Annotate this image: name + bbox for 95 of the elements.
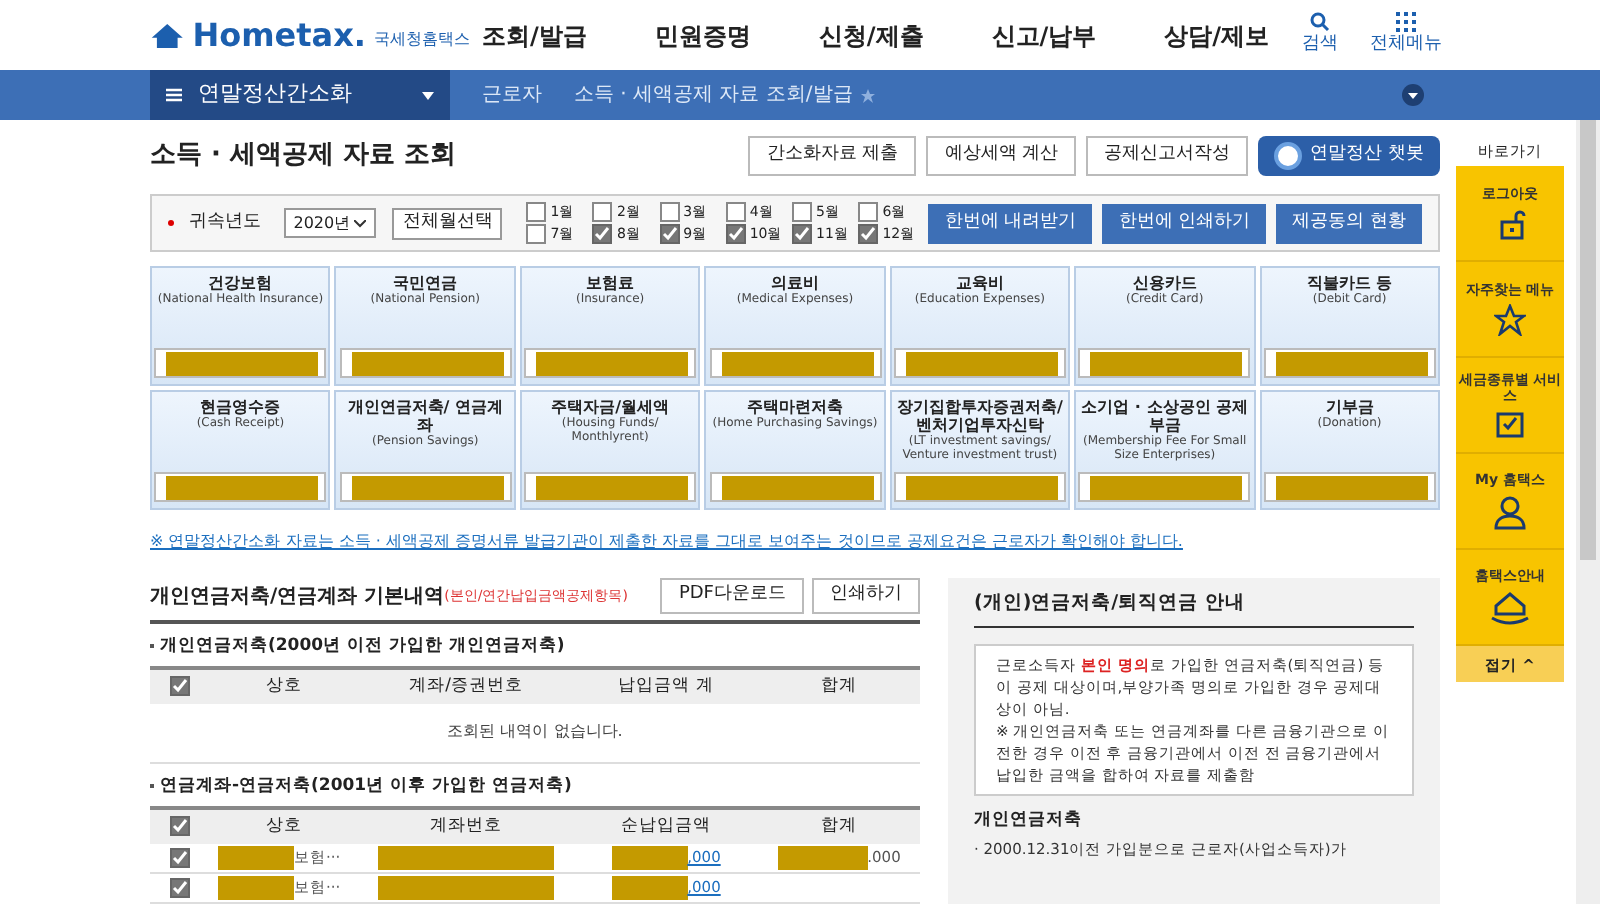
redaction-bar: [777, 845, 868, 869]
main-menu-item[interactable]: 조회/발급: [482, 17, 587, 53]
checkbox[interactable]: [526, 202, 547, 222]
action-button[interactable]: 제공동의 현황: [1276, 203, 1422, 243]
section-dropdown[interactable]: 연말정산간소화: [150, 70, 450, 120]
toolbar-button[interactable]: 예상세액 계산: [926, 136, 1077, 176]
search-icon[interactable]: [1310, 11, 1330, 32]
card-title: 개인연금저축/ 연금계좌: [345, 398, 505, 434]
main-menu-item[interactable]: 신고/납부: [991, 17, 1097, 53]
checkmark-icon: [727, 226, 744, 242]
checkbox[interactable]: [792, 224, 812, 244]
checkbox[interactable]: [858, 202, 879, 222]
card-title: 주택자금/월세액: [551, 398, 670, 416]
checkmark-icon: [860, 226, 877, 242]
redaction-bar: [218, 845, 294, 869]
caret-icon: [354, 219, 367, 227]
card-title: 소기업 · 소상공인 공제부금: [1080, 398, 1250, 434]
empty-message: 조회된 내역이 없습니다.: [150, 703, 920, 764]
column-header: 계좌/증권번호: [358, 669, 574, 704]
checkbox[interactable]: [592, 224, 613, 244]
redaction-bar: [611, 875, 688, 899]
main-menu-item[interactable]: 상담/제보: [1164, 17, 1270, 53]
grid-menu-icon[interactable]: [1396, 11, 1416, 32]
column-header: 상호: [210, 809, 358, 843]
logo[interactable]: Hometax.: [192, 19, 366, 51]
column-header: 합계: [758, 669, 920, 704]
info-title: (개인)연금저축/퇴직연금 안내: [974, 590, 1414, 629]
menu-icon: [166, 88, 182, 102]
toolbar-button[interactable]: 인쇄하기: [812, 578, 920, 614]
expand-icon[interactable]: [1402, 84, 1424, 106]
toolbar-button[interactable]: 간소화자료 제출: [748, 136, 917, 176]
card-title: 건강보험: [208, 274, 273, 292]
checkmark-icon: [661, 226, 678, 242]
redaction-bar: [611, 845, 688, 869]
checkbox[interactable]: [725, 224, 746, 244]
card-title: 직불카드 등: [1306, 274, 1393, 292]
card-title: 현금영수증: [200, 398, 281, 416]
checkbox[interactable]: [659, 224, 680, 244]
star-icon[interactable]: [860, 87, 877, 103]
checkbox[interactable]: [170, 847, 190, 867]
checkbox-icon: [1496, 410, 1524, 439]
scrollbar[interactable]: [1576, 120, 1600, 904]
all-menu-label[interactable]: 전체메뉴: [1370, 31, 1442, 59]
checkbox[interactable]: [170, 877, 190, 897]
column-header: 납입금액 계: [574, 669, 758, 704]
breadcrumb-item[interactable]: 근로자: [482, 80, 542, 110]
select-all-months-button[interactable]: 전체월선택: [392, 207, 503, 239]
card-title: 신용카드: [1132, 274, 1197, 292]
checkbox[interactable]: [170, 676, 190, 697]
card-title: 주택마련저축: [746, 398, 843, 416]
page-title: 소득 · 세액공제 자료 조회: [150, 138, 459, 175]
toolbar-button[interactable]: PDF다운로드: [660, 578, 804, 614]
search-label[interactable]: 검색: [1302, 31, 1338, 59]
column-header: 상호: [210, 669, 358, 704]
card-title: 국민연금: [393, 274, 458, 292]
column-header: 합계: [758, 809, 920, 843]
logo-house-icon: [150, 19, 185, 51]
card-title: 교육비: [955, 274, 1004, 292]
checkbox[interactable]: [170, 816, 190, 836]
action-button[interactable]: 한번에 인쇄하기: [1102, 203, 1267, 243]
checkbox[interactable]: [592, 202, 613, 222]
checkmark-icon: [594, 226, 611, 242]
column-header: 계좌번호: [358, 809, 574, 843]
checkbox[interactable]: [858, 224, 879, 244]
year-label: 귀속년도: [189, 209, 264, 236]
caret-icon: [422, 91, 434, 99]
checkmark-icon: [172, 678, 188, 695]
redaction-bar: [218, 875, 294, 899]
card-title: 기부금: [1325, 398, 1374, 416]
table-caption: 연금계좌-연금저축(2001년 이후 가입한 연금저축): [160, 773, 572, 799]
main-menu-item[interactable]: 민원증명: [654, 17, 751, 53]
section-title: 개인연금저축/연금계좌 기본내역: [150, 583, 445, 611]
card-title: 의료비: [770, 274, 819, 292]
chatbot-icon: [1274, 142, 1303, 170]
logo-subtitle: 국세청홈택스: [374, 27, 470, 51]
toolbar-button[interactable]: 공제신고서작성: [1086, 136, 1249, 176]
house-icon: [1490, 590, 1530, 627]
checkbox[interactable]: [725, 202, 746, 222]
notice-link[interactable]: ※ 연말정산간소화 자료는 소득 · 세액공제 증명서류 발급기관이 제출한 자료를 그대로 보여주는 것이므로 공제요건은 근로자가 확인해야 합니다.: [150, 530, 1440, 554]
person-icon: [1492, 494, 1528, 531]
action-button[interactable]: 한번에 내려받기: [928, 203, 1093, 243]
breadcrumb-item[interactable]: 소득 · 세액공제 자료 조회/발급: [574, 80, 853, 110]
year-select[interactable]: 2020년: [283, 208, 377, 238]
checkbox[interactable]: [792, 202, 812, 222]
table-caption: 개인연금저축(2000년 이전 가입한 개인연금저축): [160, 634, 565, 660]
checkmark-icon: [794, 226, 810, 242]
column-header: 순납입금액: [574, 809, 758, 843]
chatbot-button[interactable]: 연말정산 챗봇: [1258, 136, 1440, 176]
star-icon: [1494, 304, 1526, 337]
info-subheading: 개인연금저축: [974, 808, 1084, 834]
card-title: 보험료: [586, 274, 635, 292]
card-title: 장기집합투자증권저축/ 벤처기업투자신탁: [895, 398, 1065, 434]
main-menu-item[interactable]: 신청/제출: [818, 17, 924, 53]
checkbox[interactable]: [526, 224, 547, 244]
checkbox[interactable]: [659, 202, 680, 222]
